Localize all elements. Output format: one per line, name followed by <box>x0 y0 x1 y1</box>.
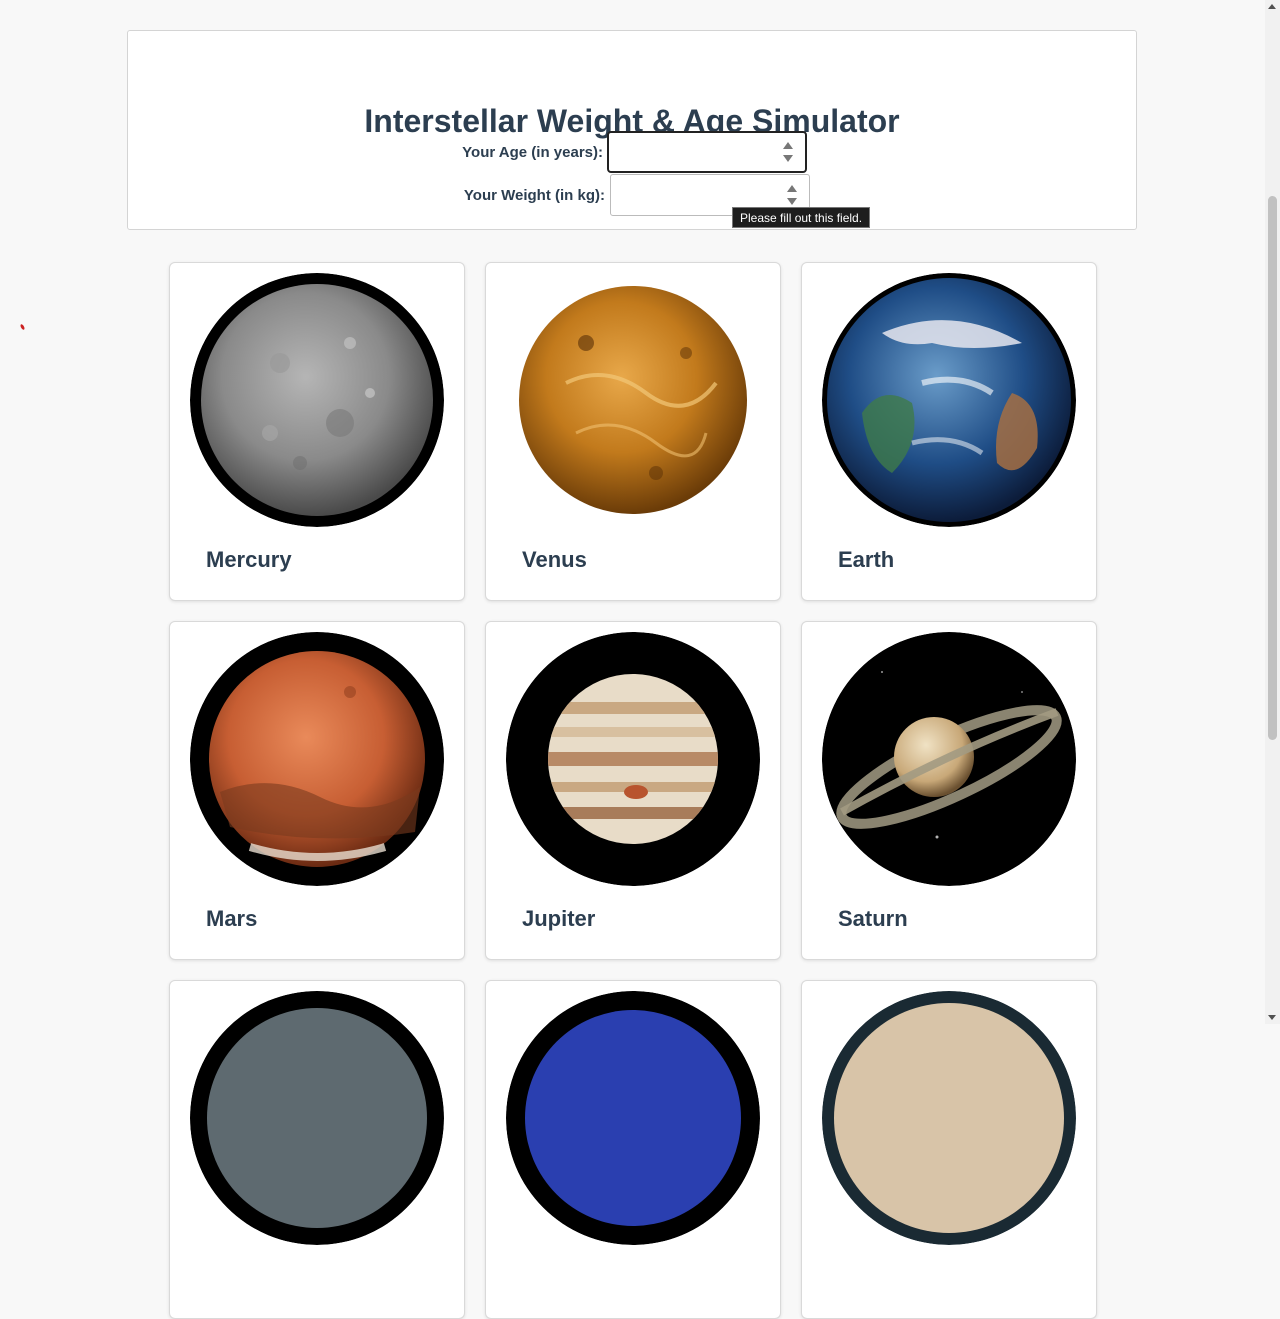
spin-down-icon[interactable] <box>783 155 793 162</box>
spin-down-icon[interactable] <box>787 198 797 205</box>
earth-image <box>822 273 1076 527</box>
planet-card-venus[interactable]: Venus <box>485 262 781 601</box>
pluto-image <box>822 991 1076 1245</box>
stray-mark <box>19 323 26 331</box>
mercury-image <box>190 273 444 527</box>
age-form-row: Your Age (in years): <box>128 131 1136 175</box>
planet-card-saturn[interactable]: Saturn <box>801 621 1097 960</box>
age-label: Your Age (in years): <box>462 144 603 161</box>
planet-name-earth: Earth <box>838 547 895 572</box>
scroll-up-icon[interactable] <box>1268 4 1276 9</box>
simulator-header-card: Interstellar Weight & Age Simulator Your… <box>127 30 1137 230</box>
weight-form-row: Your Weight (in kg): <box>128 174 1136 218</box>
planet-name-mars: Mars <box>206 906 258 931</box>
age-input-box[interactable] <box>607 131 807 173</box>
spin-up-icon[interactable] <box>783 142 793 149</box>
neptune-image <box>506 991 760 1245</box>
planet-card-mars[interactable]: Mars <box>169 621 465 960</box>
venus-image <box>506 273 760 527</box>
jupiter-image <box>506 632 760 886</box>
age-spinner[interactable] <box>783 142 793 162</box>
planet-name-jupiter: Jupiter <box>522 906 596 931</box>
scroll-down-icon[interactable] <box>1268 1015 1276 1020</box>
spin-up-icon[interactable] <box>787 185 797 192</box>
planet-card-neptune[interactable] <box>485 980 781 1319</box>
planet-card-earth[interactable]: Earth <box>801 262 1097 601</box>
saturn-image <box>822 632 1076 886</box>
planet-name-saturn: Saturn <box>838 906 908 931</box>
planet-card-jupiter[interactable]: Jupiter <box>485 621 781 960</box>
planet-name-mercury: Mercury <box>206 547 292 572</box>
vertical-scrollbar[interactable] <box>1265 0 1280 1024</box>
planet-card-pluto[interactable] <box>801 980 1097 1319</box>
planet-card-mercury[interactable]: Mercury <box>169 262 465 601</box>
planet-card-uranus[interactable] <box>169 980 465 1319</box>
validation-tooltip: Please fill out this field. <box>732 207 871 228</box>
scrollbar-thumb[interactable] <box>1268 196 1277 740</box>
planet-name-venus: Venus <box>522 547 587 572</box>
mars-image <box>190 632 444 886</box>
uranus-image <box>190 991 444 1245</box>
weight-spinner[interactable] <box>787 185 797 205</box>
weight-label: Your Weight (in kg): <box>463 187 605 204</box>
age-input[interactable] <box>609 133 789 171</box>
